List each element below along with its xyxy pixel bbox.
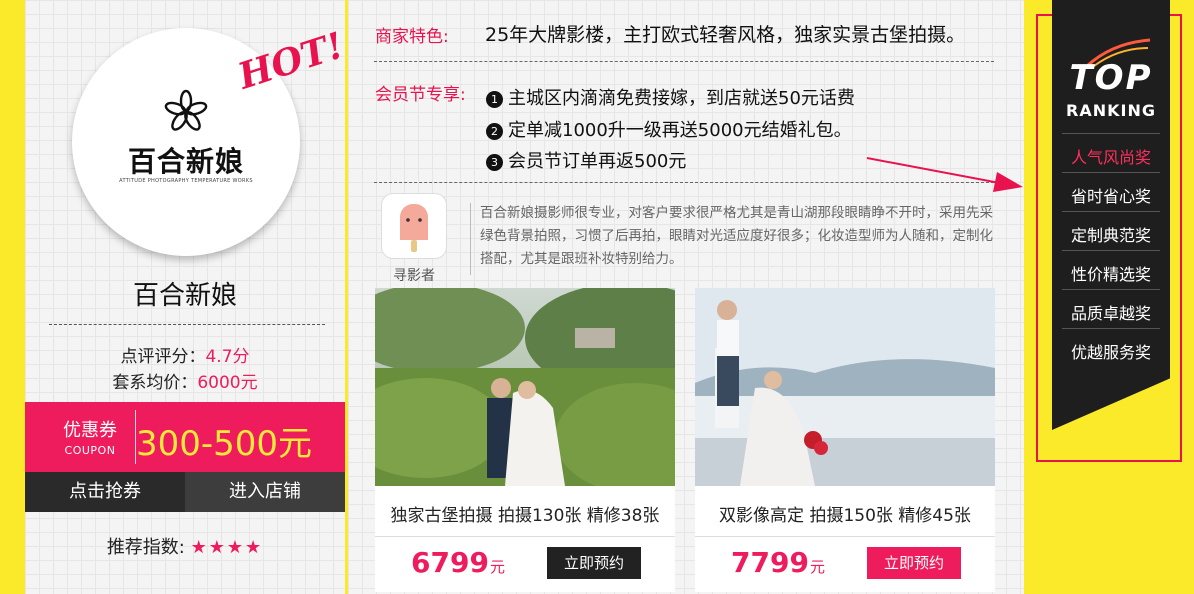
quote-bar (470, 203, 471, 275)
wedding-photo-lake (695, 288, 995, 486)
ranking-item-quality[interactable]: 品质卓越奖 (1062, 300, 1160, 324)
logo-wordmark: 百合新娘 (127, 145, 244, 178)
ranking-item-popular[interactable]: 人气风尚奖 (1062, 144, 1160, 168)
divider (1062, 172, 1160, 173)
book-now-button[interactable]: 立即预约 (547, 547, 641, 579)
number-3-icon: 3 (486, 154, 503, 171)
divider (1062, 250, 1160, 251)
ranking-item-convenient[interactable]: 省时省心奖 (1062, 183, 1160, 207)
avg-price-line: 套系均价：6000元 (25, 368, 345, 393)
grab-coupon-button[interactable]: 点击抢券 (25, 472, 185, 512)
member-item: 1 主城区内滴滴免费接嫁，到店就送50元话费 (486, 84, 855, 110)
package-title: 独家古堡拍摄 拍摄130张 精修38张 (390, 506, 660, 526)
reviewer-avatar[interactable] (381, 193, 447, 259)
star-rating-icon: ★★★★ (190, 537, 264, 558)
store-detail-panel: 商家特色: 25年大牌影楼，主打欧式轻奢风格，独家实景古堡拍摄。 会员节专享: … (348, 0, 1024, 594)
recommend-index: 推荐指数: ★★★★ (25, 533, 345, 559)
divider (49, 324, 325, 325)
package-card[interactable]: 独家古堡拍摄 拍摄130张 精修38张 6799元 立即预约 (375, 288, 675, 592)
store-card: 百合新娘 ATTITUDE PHOTOGRAPHY TEMPERATURE WO… (25, 0, 349, 594)
coupon-banner[interactable]: 优惠券 COUPON 300-500元 (25, 402, 345, 472)
divider (1062, 328, 1160, 329)
ranking-item-value[interactable]: 性价精选奖 (1062, 261, 1160, 285)
package-title: 双影像高定 拍摄150张 精修45张 (719, 506, 971, 526)
number-2-icon: 2 (486, 123, 503, 140)
rating-label: 点评评分： (120, 347, 206, 367)
divider (1062, 289, 1160, 290)
enter-store-button[interactable]: 进入店铺 (185, 472, 345, 512)
price-value: 6799 (411, 546, 489, 579)
member-label: 会员节专享: (375, 85, 466, 105)
feature-text: 25年大牌影楼，主打欧式轻奢风格，独家实景古堡拍摄。 (485, 24, 966, 46)
rating-value: 4.7分 (205, 347, 250, 367)
coupon-label: 优惠券 (63, 420, 117, 441)
package-photo[interactable] (375, 288, 675, 486)
price-value: 7799 (731, 546, 809, 579)
ranking-item-service[interactable]: 优越服务奖 (1062, 339, 1160, 363)
member-item-text: 会员节订单再返500元 (508, 151, 687, 172)
coupon-amount: 300-500元 (136, 424, 313, 464)
package-price: 6799元 (411, 546, 505, 579)
divider (374, 61, 994, 62)
reviewer-name: 寻影者 (393, 268, 435, 284)
member-item-text: 主城区内滴滴免费接嫁，到店就送50元话费 (508, 88, 855, 109)
avg-price-label: 套系均价： (112, 373, 198, 393)
wedding-photo-castle (375, 288, 675, 486)
flower-logo-icon (164, 89, 208, 131)
hot-badge: HOT! (233, 24, 349, 98)
ranking-subtitle: RANKING (1066, 101, 1156, 120)
divider (1062, 211, 1160, 212)
store-name[interactable]: 百合新娘 (25, 275, 345, 312)
price-unit: 元 (809, 558, 825, 576)
member-item: 3 会员节订单再返500元 (486, 147, 686, 173)
number-1-icon: 1 (486, 91, 503, 108)
member-item-text: 定单减1000升一级再送5000元结婚礼包。 (508, 120, 852, 141)
popsicle-icon (400, 204, 428, 252)
review-text: 百合新娘摄影师很专业，对客户要求很严格尤其是青山湖那段眼睛睁不开时，采用先采绿色… (480, 205, 993, 267)
ranking-item-custom[interactable]: 定制典范奖 (1062, 222, 1160, 246)
ranking-panel: TOP RANKING 人气风尚奖 省时省心奖 定制典范奖 性价精选奖 品质卓越… (1052, 0, 1170, 430)
recommend-label: 推荐指数: (106, 537, 185, 558)
book-now-button[interactable]: 立即预约 (867, 547, 961, 579)
coupon-sublabel: COUPON (64, 444, 116, 457)
package-price: 7799元 (731, 546, 825, 579)
feature-label: 商家特色: (375, 27, 449, 47)
divider (695, 536, 995, 537)
rating-line: 点评评分：4.7分 (25, 342, 345, 367)
price-unit: 元 (489, 558, 505, 576)
pointer-arrow-icon (866, 157, 1023, 192)
ranking-top-title: TOP (1069, 58, 1153, 98)
divider (1062, 133, 1160, 134)
avg-price-value: 6000元 (197, 373, 258, 393)
logo-tagline: ATTITUDE PHOTOGRAPHY TEMPERATURE WORKS (119, 178, 253, 184)
package-photo[interactable] (695, 288, 995, 486)
member-item: 2 定单减1000升一级再送5000元结婚礼包。 (486, 116, 852, 142)
package-card[interactable]: 双影像高定 拍摄150张 精修45张 7799元 立即预约 (695, 288, 995, 592)
divider (375, 536, 675, 537)
